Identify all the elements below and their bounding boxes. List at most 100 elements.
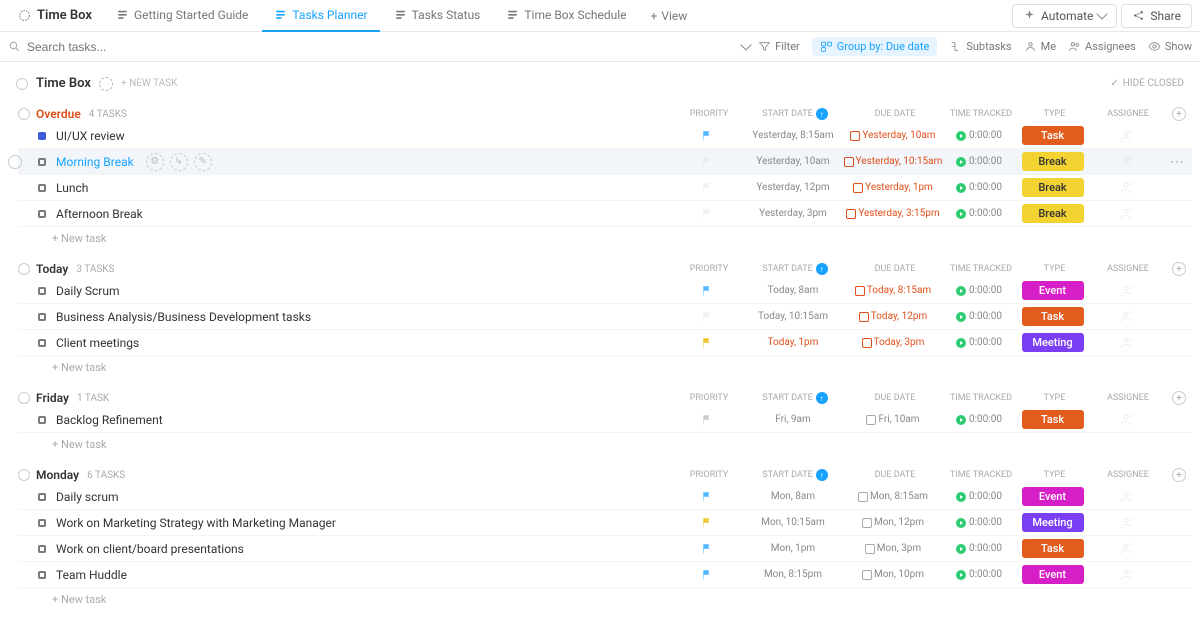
tag-icon[interactable]: ⚙ — [146, 153, 164, 171]
type-cell[interactable]: Break — [1015, 178, 1090, 197]
assignee-cell[interactable] — [1090, 206, 1162, 222]
task-name[interactable]: Business Analysis/Business Development t… — [56, 310, 671, 324]
task-name[interactable]: Daily Scrum — [56, 284, 671, 298]
time-tracked-cell[interactable]: 0:00:00 — [943, 337, 1015, 348]
subtasks-button[interactable]: Subtasks — [949, 40, 1011, 53]
status-indicator[interactable] — [38, 545, 46, 553]
time-tracked-cell[interactable]: 0:00:00 — [943, 156, 1015, 167]
col-assignee[interactable]: ASSIGNEE — [1092, 470, 1164, 480]
time-tracked-cell[interactable]: 0:00:00 — [943, 130, 1015, 141]
start-date-cell[interactable]: Yesterday, 10am — [743, 156, 843, 167]
col-start-date[interactable]: START DATE↑ — [745, 263, 845, 275]
start-date-cell[interactable]: Today, 1pm — [743, 337, 843, 348]
time-tracked-cell[interactable]: 0:00:00 — [943, 517, 1015, 528]
play-icon[interactable] — [956, 183, 966, 193]
col-start-date[interactable]: START DATE↑ — [745, 108, 845, 120]
task-name[interactable]: Afternoon Break — [56, 207, 671, 221]
start-date-cell[interactable]: Mon, 10:15am — [743, 517, 843, 528]
status-indicator[interactable] — [38, 210, 46, 218]
type-cell[interactable]: Task — [1015, 410, 1090, 429]
task-name[interactable]: Work on client/board presentations — [56, 542, 671, 556]
type-cell[interactable]: Task — [1015, 307, 1090, 326]
col-assignee[interactable]: ASSIGNEE — [1092, 393, 1164, 403]
type-cell[interactable]: Meeting — [1015, 333, 1090, 352]
task-row[interactable]: Work on client/board presentations Mon, … — [18, 536, 1192, 562]
assignee-cell[interactable] — [1090, 283, 1162, 299]
add-column-button[interactable]: + — [1172, 262, 1186, 276]
col-start-date[interactable]: START DATE↑ — [745, 469, 845, 481]
new-task-button[interactable]: + New task — [18, 227, 1192, 250]
col-due-date[interactable]: DUE DATE — [845, 264, 945, 274]
priority-cell[interactable] — [671, 285, 743, 297]
add-column-button[interactable]: + — [1172, 107, 1186, 121]
play-icon[interactable] — [956, 157, 966, 167]
group-name[interactable]: Today — [36, 262, 68, 276]
task-name[interactable]: Daily scrum — [56, 490, 671, 504]
assignee-cell[interactable] — [1090, 567, 1162, 583]
due-date-cell[interactable]: Yesterday, 10:15am — [843, 156, 943, 167]
start-date-cell[interactable]: Yesterday, 8:15am — [743, 130, 843, 141]
col-due-date[interactable]: DUE DATE — [845, 470, 945, 480]
task-name[interactable]: Morning Break ⚙ ↳ ✎ — [56, 153, 671, 171]
col-priority[interactable]: PRIORITY — [673, 109, 745, 119]
col-time-tracked[interactable]: TIME TRACKED — [945, 470, 1017, 480]
col-due-date[interactable]: DUE DATE — [845, 109, 945, 119]
task-name[interactable]: Lunch — [56, 181, 671, 195]
play-icon[interactable] — [956, 312, 966, 322]
assignee-cell[interactable] — [1090, 154, 1162, 170]
priority-cell[interactable] — [671, 414, 743, 426]
play-icon[interactable] — [956, 415, 966, 425]
task-name[interactable]: Backlog Refinement — [56, 413, 671, 427]
time-tracked-cell[interactable]: 0:00:00 — [943, 311, 1015, 322]
type-cell[interactable]: Event — [1015, 565, 1090, 584]
type-cell[interactable]: Event — [1015, 281, 1090, 300]
due-date-cell[interactable]: Mon, 8:15am — [843, 491, 943, 502]
task-row[interactable]: Daily scrum Mon, 8am Mon, 8:15am 0:00:00… — [18, 484, 1192, 510]
priority-cell[interactable] — [671, 208, 743, 220]
status-indicator[interactable] — [38, 313, 46, 321]
time-tracked-cell[interactable]: 0:00:00 — [943, 414, 1015, 425]
due-date-cell[interactable]: Yesterday, 10am — [843, 130, 943, 141]
add-column-button[interactable]: + — [1172, 468, 1186, 482]
status-indicator[interactable] — [38, 339, 46, 347]
task-row[interactable]: Afternoon Break Yesterday, 3pm Yesterday… — [18, 201, 1192, 227]
group-collapse-toggle[interactable] — [18, 108, 30, 120]
new-task-button[interactable]: + New task — [18, 433, 1192, 456]
view-tab[interactable]: Getting Started Guide — [104, 0, 260, 32]
col-due-date[interactable]: DUE DATE — [845, 393, 945, 403]
task-row[interactable]: Client meetings Today, 1pm Today, 3pm 0:… — [18, 330, 1192, 356]
task-row[interactable]: UI/UX review Yesterday, 8:15am Yesterday… — [18, 123, 1192, 149]
priority-cell[interactable] — [671, 491, 743, 503]
start-date-cell[interactable]: Mon, 8am — [743, 491, 843, 502]
time-tracked-cell[interactable]: 0:00:00 — [943, 182, 1015, 193]
start-date-cell[interactable]: Yesterday, 12pm — [743, 182, 843, 193]
due-date-cell[interactable]: Yesterday, 1pm — [843, 182, 943, 193]
col-time-tracked[interactable]: TIME TRACKED — [945, 393, 1017, 403]
assignees-button[interactable]: Assignees — [1068, 40, 1136, 53]
type-cell[interactable]: Task — [1015, 126, 1090, 145]
assignee-cell[interactable] — [1090, 541, 1162, 557]
type-cell[interactable]: Task — [1015, 539, 1090, 558]
type-cell[interactable]: Event — [1015, 487, 1090, 506]
start-date-cell[interactable]: Yesterday, 3pm — [743, 208, 843, 219]
priority-cell[interactable] — [671, 569, 743, 581]
status-indicator[interactable] — [38, 571, 46, 579]
col-assignee[interactable]: ASSIGNEE — [1092, 109, 1164, 119]
workspace-title[interactable]: Time Box — [8, 8, 102, 23]
time-tracked-cell[interactable]: 0:00:00 — [943, 543, 1015, 554]
row-more-button[interactable]: ⋯ — [1162, 154, 1192, 170]
group-collapse-toggle[interactable] — [18, 392, 30, 404]
start-date-cell[interactable]: Today, 10:15am — [743, 311, 843, 322]
due-date-cell[interactable]: Yesterday, 3:15pm — [843, 208, 943, 219]
type-cell[interactable]: Break — [1015, 152, 1090, 171]
col-time-tracked[interactable]: TIME TRACKED — [945, 109, 1017, 119]
due-date-cell[interactable]: Today, 12pm — [843, 311, 943, 322]
status-indicator[interactable] — [38, 158, 46, 166]
due-date-cell[interactable]: Mon, 10pm — [843, 569, 943, 580]
due-date-cell[interactable]: Fri, 10am — [843, 414, 943, 425]
task-name[interactable]: Work on Marketing Strategy with Marketin… — [56, 516, 671, 530]
task-row[interactable]: Lunch Yesterday, 12pm Yesterday, 1pm 0:0… — [18, 175, 1192, 201]
due-date-cell[interactable]: Today, 8:15am — [843, 285, 943, 296]
col-time-tracked[interactable]: TIME TRACKED — [945, 264, 1017, 274]
status-indicator[interactable] — [38, 132, 46, 140]
